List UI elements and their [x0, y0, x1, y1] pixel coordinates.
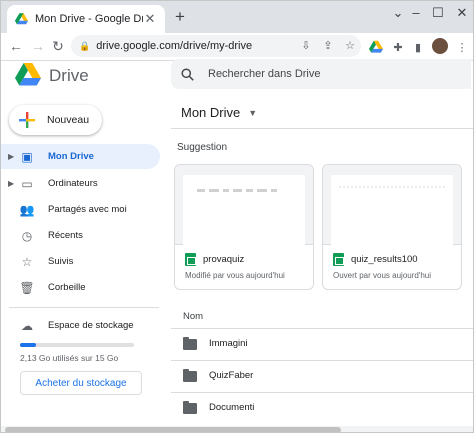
sidebar-item-shared[interactable]: 👥 Partagés avec moi: [1, 197, 160, 222]
card-thumbnail: [175, 165, 313, 245]
folder-name: Immagini: [209, 338, 248, 349]
bookmark-star-icon[interactable]: ☆: [343, 39, 357, 53]
close-icon[interactable]: ✕: [143, 11, 157, 27]
minimize-icon[interactable]: –: [407, 5, 425, 21]
storage-label: Espace de stockage: [48, 320, 134, 331]
drive-icon: ▣: [21, 149, 33, 164]
suggestion-label: Suggestion: [177, 142, 228, 153]
storage-fill: [20, 343, 37, 347]
search-input[interactable]: Rechercher dans Drive: [171, 59, 471, 89]
download-icon[interactable]: ⇩: [299, 39, 313, 53]
header-divider: [171, 128, 473, 129]
caret-right-icon[interactable]: ▶: [8, 152, 14, 161]
tab-title: Mon Drive - Google Drive: [35, 13, 143, 25]
trash-icon: 🗑: [19, 280, 35, 295]
sheets-icon: [185, 253, 196, 266]
sidebar-item-label: Suivis: [48, 256, 74, 267]
folder-icon: [183, 337, 197, 350]
sidebar-item-computers[interactable]: ▶ ▭ Ordinateurs: [1, 171, 160, 196]
page-title-text: Mon Drive: [181, 105, 241, 120]
storage-bar: [20, 343, 134, 347]
chevron-down-icon[interactable]: ▼: [248, 108, 257, 118]
sidebar-item-starred[interactable]: ☆ Suivis: [1, 249, 160, 274]
browser-tab[interactable]: Mon Drive - Google Drive ✕: [7, 5, 165, 33]
sheet-preview-icon: [339, 186, 445, 188]
new-button-label: Nouveau: [47, 114, 90, 126]
back-arrow-icon[interactable]: ←: [7, 37, 25, 55]
buy-storage-button[interactable]: Acheter du stockage: [20, 371, 142, 395]
url-text: drive.google.com/drive/my-drive: [96, 40, 253, 52]
search-icon[interactable]: [181, 67, 194, 81]
caret-right-icon[interactable]: ▶: [8, 179, 14, 188]
maximize-icon[interactable]: ☐: [429, 5, 447, 21]
sidebar-item-label: Ordinateurs: [48, 178, 98, 189]
shared-icon: 👥: [19, 202, 35, 217]
card-subtitle: Ouvert par vous aujourd'hui: [333, 271, 432, 280]
avatar[interactable]: [432, 38, 448, 54]
thumbnail-page: [183, 175, 305, 245]
cloud-icon: ☁: [21, 318, 33, 333]
clock-icon: ◷: [21, 228, 33, 243]
sidebar-item-label: Corbeille: [48, 282, 86, 293]
window-close-icon[interactable]: ✕: [453, 5, 471, 21]
extensions-puzzle-icon[interactable]: ✚: [391, 41, 405, 55]
sidebar-item-label: Partagés avec moi: [48, 204, 127, 215]
drive-logo-icon: [15, 63, 41, 86]
sidebar-item-recent[interactable]: ◷ Récents: [1, 223, 160, 248]
more-vert-icon[interactable]: ⋮: [455, 41, 469, 55]
sheet-preview-icon: [197, 189, 277, 192]
sidebar-item-storage[interactable]: ☁ Espace de stockage: [1, 313, 160, 338]
page-title[interactable]: Mon Drive ▼: [181, 105, 257, 120]
card-file-name: quiz_results100: [351, 254, 418, 265]
sidebar-item-label: Récents: [48, 230, 83, 241]
storage-used-text: 2,13 Go utilisés sur 15 Go: [20, 353, 119, 363]
card-file-name: provaquiz: [203, 254, 245, 265]
tab-strip: Mon Drive - Google Drive ✕ + ⌄ – ☐ ✕: [1, 1, 473, 33]
computer-icon: ▭: [21, 176, 33, 191]
list-item[interactable]: Immagini: [171, 328, 473, 359]
share-icon[interactable]: ⇪: [321, 39, 335, 53]
sidebar-item-label: Mon Drive: [48, 151, 94, 162]
address-bar[interactable]: 🔒 drive.google.com/drive/my-drive ⇩ ⇪ ☆: [71, 35, 361, 57]
star-icon: ☆: [21, 254, 33, 269]
new-button[interactable]: Nouveau: [9, 105, 102, 135]
list-item[interactable]: QuizFaber: [171, 360, 473, 391]
sidebar-item-trash[interactable]: 🗑 Corbeille: [1, 275, 160, 300]
sidebar-divider: [9, 307, 159, 308]
app-name: Drive: [49, 66, 89, 85]
folder-icon: [183, 369, 197, 382]
sheets-icon: [333, 253, 344, 266]
drive-extension-icon[interactable]: [369, 40, 383, 54]
folder-icon: [183, 401, 197, 414]
plus-colored-icon: [19, 112, 35, 128]
sidebar-item-my-drive[interactable]: ▶ ▣ Mon Drive: [1, 144, 160, 169]
tab-search-chevron-icon[interactable]: ⌄: [389, 5, 407, 21]
forward-arrow-icon[interactable]: →: [29, 37, 47, 55]
scrollbar-thumb[interactable]: [5, 427, 341, 432]
browser-window: Mon Drive - Google Drive ✕ + ⌄ – ☐ ✕ ← →…: [0, 0, 474, 433]
folder-name: Documenti: [209, 402, 255, 413]
horizontal-scrollbar[interactable]: [1, 426, 473, 432]
browser-toolbar: ← → ↻ 🔒 drive.google.com/drive/my-drive …: [1, 33, 473, 61]
side-panel-icon[interactable]: ▮: [411, 41, 425, 55]
thumbnail-page: [331, 175, 453, 245]
card-subtitle: Modifié par vous aujourd'hui: [185, 271, 285, 280]
suggestion-card[interactable]: quiz_results100 Ouvert par vous aujourd'…: [322, 164, 462, 290]
plus-icon[interactable]: +: [171, 7, 189, 27]
suggestion-card[interactable]: provaquiz Modifié par vous aujourd'hui: [174, 164, 314, 290]
search-placeholder: Rechercher dans Drive: [208, 68, 321, 80]
reload-icon[interactable]: ↻: [49, 37, 67, 55]
card-thumbnail: [323, 165, 461, 245]
lock-icon: 🔒: [79, 40, 91, 51]
drive-favicon-icon: [15, 13, 28, 25]
folder-name: QuizFaber: [209, 370, 254, 381]
column-header-name[interactable]: Nom: [183, 311, 203, 322]
list-item[interactable]: Documenti: [171, 392, 473, 423]
